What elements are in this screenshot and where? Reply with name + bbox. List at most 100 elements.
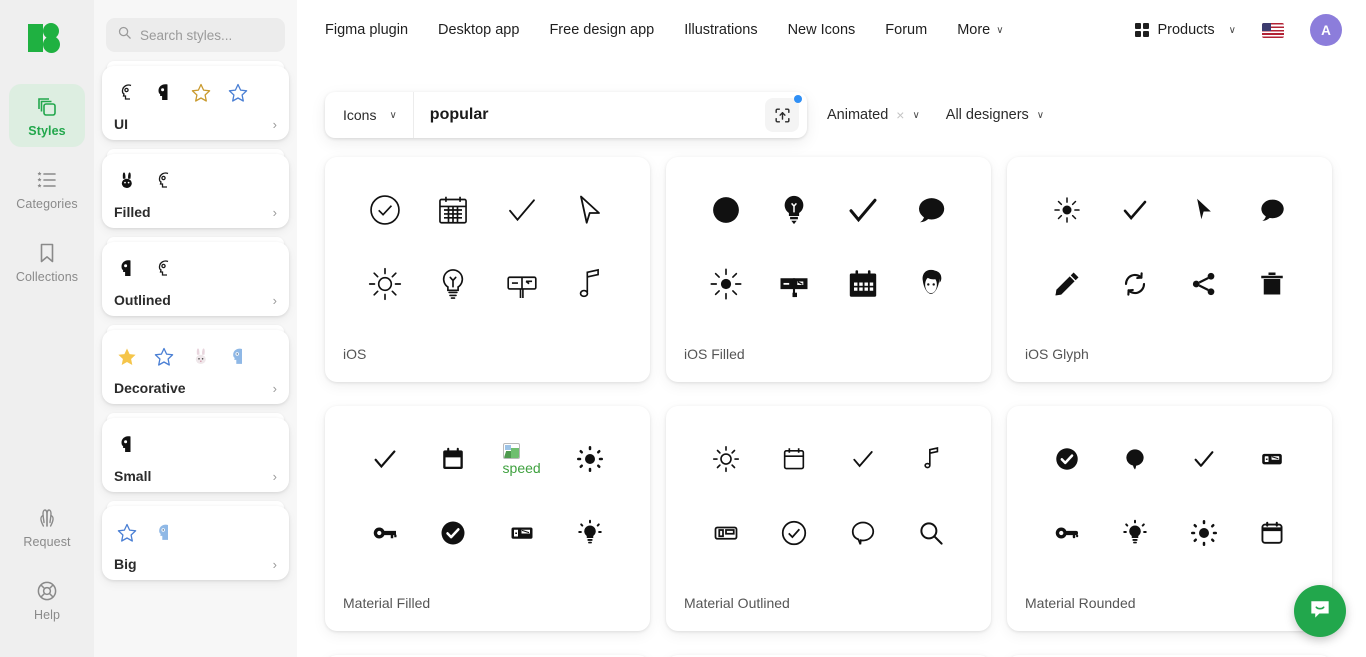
broken-image-alt-text: speed (502, 459, 541, 476)
rail-bottom-group: Request Help (0, 495, 94, 657)
style-name: Big (114, 556, 137, 572)
icon-card-title: Material Rounded (1025, 595, 1136, 611)
music-note-outline-icon (897, 432, 965, 486)
icon-card-ios[interactable]: iOS (325, 157, 650, 382)
sun-glyph-icon (1033, 183, 1101, 237)
search-type-select[interactable]: Icons ∨ (325, 92, 413, 138)
styles-search[interactable] (106, 18, 285, 52)
icon-card-ios-glyph[interactable]: iOS Glyph (1007, 157, 1332, 382)
checkmark-icon (1170, 432, 1238, 486)
lifebuoy-icon (35, 579, 59, 603)
icons8-logo[interactable] (27, 18, 67, 58)
style-card-footer: Filled › (114, 204, 277, 220)
style-card-list: UI › Filled › Outlined › Decorative › Sm… (94, 61, 297, 580)
products-menu[interactable]: Products ∨ (1134, 22, 1236, 38)
us-flag-icon[interactable] (1262, 22, 1284, 38)
sidebar-item-label: Collections (15, 270, 79, 284)
head-color-icon (151, 520, 177, 546)
sidebar-item-help[interactable]: Help (9, 568, 85, 631)
avatar[interactable]: A (1310, 14, 1342, 46)
upload-photo-icon[interactable] (765, 95, 802, 132)
sidebar-item-styles[interactable]: Styles (9, 84, 85, 147)
list-star-icon (35, 168, 59, 192)
nav-link-desktop-app[interactable]: Desktop app (438, 22, 519, 38)
pencil-glyph-icon (1033, 257, 1101, 311)
sidebar-item-categories[interactable]: Categories (9, 157, 85, 220)
icon-searchbox: Icons ∨ (325, 92, 807, 138)
filter-label: Animated (827, 107, 889, 123)
bunny-filled-icon (114, 168, 140, 194)
chevron-right-icon: › (272, 116, 277, 132)
icon-style-grid: iOS iOS Filled iOS Glyph speed Material … (297, 157, 1366, 657)
star-gold-outline-icon (188, 80, 214, 106)
style-card-footer: Big › (114, 556, 277, 572)
icon-card-ios-filled[interactable]: iOS Filled (666, 157, 991, 382)
search-icon (117, 25, 132, 45)
checkmark-icon (1101, 183, 1169, 237)
praying-hands-icon (35, 506, 59, 530)
style-thumbs (114, 428, 277, 462)
person-filled-icon (897, 257, 965, 311)
filter-designers[interactable]: All designers ∨ (946, 107, 1044, 123)
nav-link-free-design-app[interactable]: Free design app (549, 22, 654, 38)
style-card-ui[interactable]: UI › (102, 61, 289, 140)
sun-material-filled-icon (556, 432, 624, 486)
icon-preview-rows: speed (351, 432, 624, 560)
style-card-filled[interactable]: Filled › (102, 149, 289, 228)
styles-panel: UI › (94, 0, 297, 657)
head-filled-icon (114, 256, 140, 282)
filter-bar: Icons ∨ Animated × (297, 92, 1366, 138)
calendar-material-filled-icon (419, 432, 487, 486)
search-input[interactable] (413, 92, 765, 138)
cursor-arrow-outline-icon (556, 183, 624, 237)
filter-chips: Animated × ∨ All designers ∨ (827, 107, 1044, 123)
chevron-down-icon: ∨ (1228, 24, 1236, 36)
nav-link-new-icons[interactable]: New Icons (788, 22, 856, 38)
icon-card-material-rounded[interactable]: Material Rounded (1007, 406, 1332, 631)
lightbulb-outline-icon (419, 257, 487, 311)
star-blue-outline-icon (151, 344, 177, 370)
icon-preview-rows (1033, 432, 1306, 560)
icon-card-material-outlined[interactable]: Material Outlined (666, 406, 991, 631)
sun-outline-icon (351, 257, 419, 311)
nav-link-more[interactable]: More ∨ (957, 22, 1003, 38)
sidebar-item-request[interactable]: Request (9, 495, 85, 558)
icon-preview-rows (692, 432, 965, 560)
close-icon[interactable]: × (896, 107, 904, 123)
head-outline-icon (151, 168, 177, 194)
chevron-down-icon: ∨ (1036, 109, 1045, 121)
sun-outline-material-icon (692, 432, 760, 486)
icon-card-material-filled[interactable]: speed Material Filled (325, 406, 650, 631)
circle-filled-icon (692, 183, 760, 237)
sidebar-item-collections[interactable]: Collections (9, 230, 85, 293)
broken-image-placeholder: speed (502, 442, 541, 476)
nav-link-illustrations[interactable]: Illustrations (684, 22, 757, 38)
check-circle-outline-icon (351, 183, 419, 237)
filter-animated[interactable]: Animated × ∨ (827, 107, 920, 123)
style-card-decorative[interactable]: Decorative › (102, 325, 289, 404)
star-blue-outline-icon (114, 520, 140, 546)
chat-support-button[interactable] (1294, 585, 1346, 637)
style-card-outlined[interactable]: Outlined › (102, 237, 289, 316)
style-card-big[interactable]: Big › (102, 501, 289, 580)
lightbulb-material-filled-icon (556, 506, 624, 560)
checkmark-icon (829, 183, 897, 237)
check-circle-filled-icon (419, 506, 487, 560)
style-card-footer: Outlined › (114, 292, 277, 308)
checkmark-icon (351, 432, 419, 486)
mailbox-outline-material-icon (692, 506, 760, 560)
nav-link-forum[interactable]: Forum (885, 22, 927, 38)
style-thumbs (114, 252, 277, 286)
speech-bubble-filled-icon (1101, 432, 1169, 486)
style-card-footer: Small › (114, 468, 277, 484)
share-glyph-icon (1170, 257, 1238, 311)
mailbox-material-filled-icon (1238, 432, 1306, 486)
broken-image-icon: speed (488, 432, 556, 486)
nav-link-figma-plugin[interactable]: Figma plugin (325, 22, 408, 38)
style-thumbs (114, 164, 277, 198)
style-name: Filled (114, 204, 151, 220)
style-card-small[interactable]: Small › (102, 413, 289, 492)
broken-image-glyph (502, 442, 520, 459)
top-navigation: Figma plugin Desktop app Free design app… (297, 0, 1366, 60)
search-styles-input[interactable] (140, 27, 274, 43)
